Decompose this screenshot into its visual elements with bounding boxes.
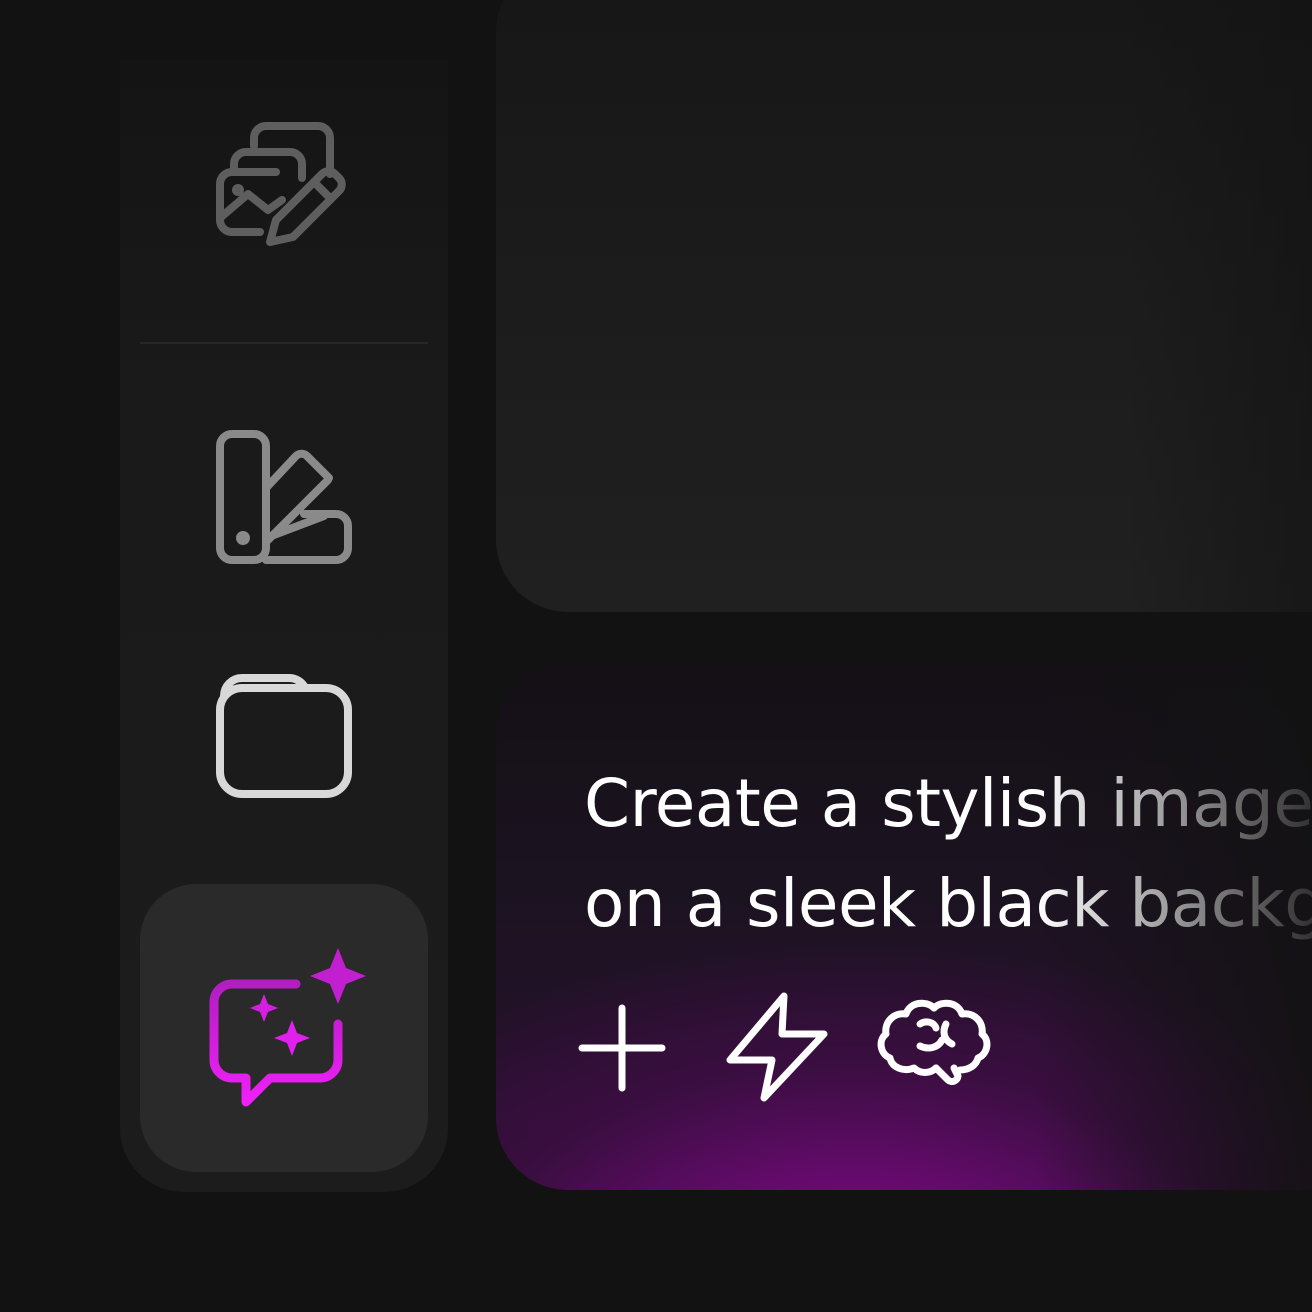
plus-icon xyxy=(578,1004,666,1092)
sidebar-item-folder[interactable] xyxy=(204,652,364,812)
sidebar-item-swatches[interactable] xyxy=(204,416,364,576)
prompt-input[interactable]: Create a stylish image on a sleek black … xyxy=(584,754,1312,954)
think-mode-button[interactable] xyxy=(874,990,994,1110)
brain-icon xyxy=(877,999,991,1086)
prompt-line-1: Create a stylish image xyxy=(584,765,1312,842)
folder-icon xyxy=(216,674,352,798)
image-edit-icon xyxy=(216,122,346,246)
add-button[interactable] xyxy=(562,990,682,1110)
fast-mode-button[interactable] xyxy=(718,990,838,1110)
app-canvas: Create a stylish image on a sleek black … xyxy=(0,0,1312,1312)
ai-chat-sparkle-icon xyxy=(200,946,368,1114)
lightning-icon xyxy=(726,992,828,1102)
sidebar-item-image-edit[interactable] xyxy=(204,110,364,270)
prompt-card: Create a stylish image on a sleek black … xyxy=(496,662,1312,1190)
sidebar-divider xyxy=(140,342,428,344)
preview-card xyxy=(496,0,1312,612)
color-swatch-icon xyxy=(216,430,352,564)
prompt-line-2: on a sleek black background xyxy=(584,865,1312,942)
